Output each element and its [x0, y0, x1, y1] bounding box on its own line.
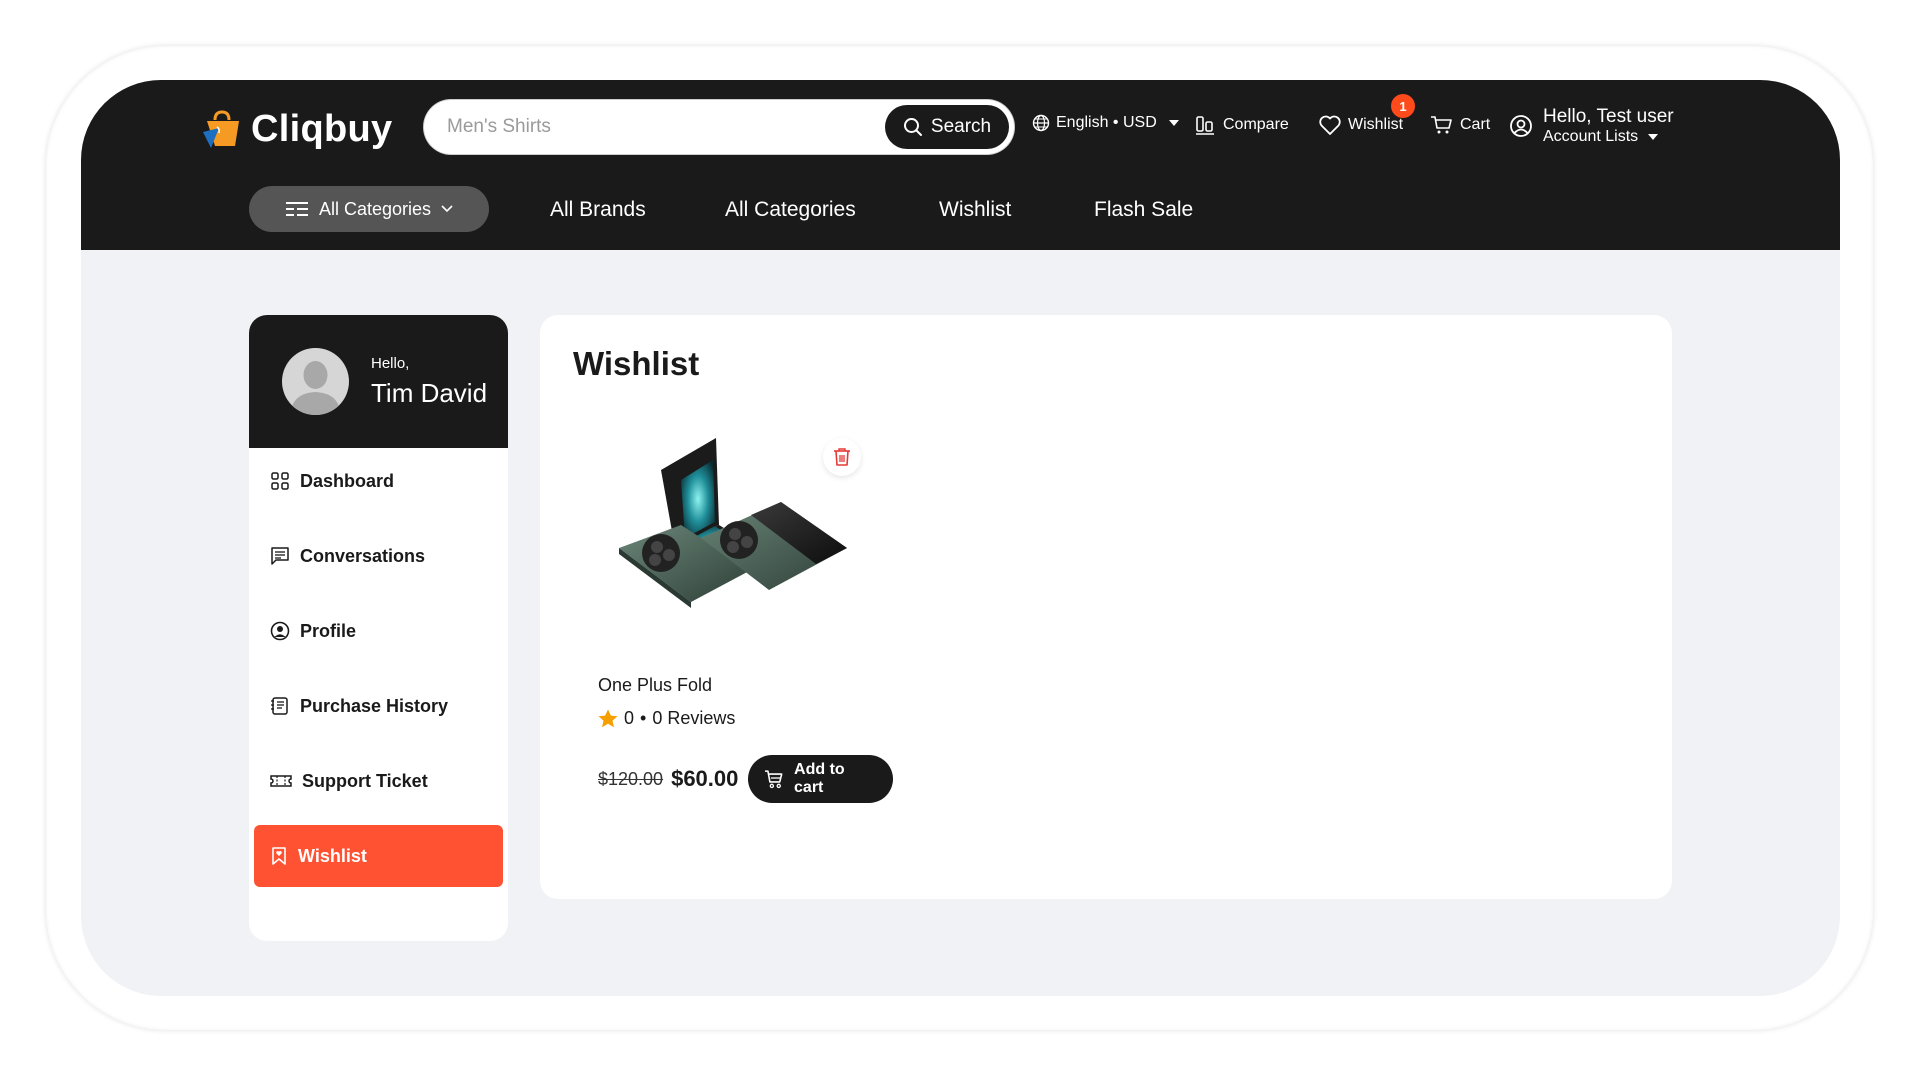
sidebar-item-label: Support Ticket — [302, 770, 428, 791]
original-price: $120.00 — [598, 768, 664, 789]
price-row: $120.00 $60.00 Add to cart — [598, 755, 893, 803]
search-input[interactable] — [447, 103, 867, 151]
wishlist-link[interactable]: Wishlist — [1318, 114, 1403, 136]
menu-icon — [285, 202, 308, 216]
account-lists-dropdown[interactable]: Account Lists — [1543, 128, 1674, 146]
search-icon — [903, 118, 922, 136]
sidebar-item-wishlist[interactable]: Wishlist — [254, 825, 503, 887]
nav-link-all-brands[interactable]: All Brands — [550, 198, 646, 222]
profile-card: Hello, Tim David — [249, 315, 508, 448]
sidebar-item-profile[interactable]: Profile — [254, 600, 503, 662]
cart-icon — [1431, 116, 1452, 134]
user-circle-icon — [1510, 115, 1532, 138]
bookmark-heart-icon — [272, 847, 286, 865]
foldable-phone-image — [619, 438, 847, 608]
rating-separator: • — [640, 708, 647, 728]
sidebar-item-conversations[interactable]: Conversations — [254, 525, 503, 587]
remove-from-wishlist-button[interactable] — [823, 438, 861, 476]
product-rating: 0 • 0 Reviews — [598, 708, 735, 729]
add-to-cart-button[interactable]: Add to cart — [748, 755, 893, 803]
grid-icon — [271, 472, 289, 490]
profile-greeting: Hello, — [371, 355, 410, 372]
main-navigation: All Categories All Brands All Categories… — [81, 186, 1840, 234]
sidebar-item-purchase-history[interactable]: Purchase History — [254, 675, 503, 737]
product-name[interactable]: One Plus Fold — [598, 675, 712, 696]
cart-label: Cart — [1460, 116, 1491, 133]
wishlist-panel: Wishlist One Plus Fold 0 • 0 Reviews $12… — [540, 315, 1672, 899]
account-greeting: Hello, Test user — [1543, 106, 1674, 127]
search-button[interactable]: Search — [885, 105, 1009, 149]
wishlist-count-badge: 1 — [1391, 94, 1415, 118]
profile-name: Tim David — [371, 378, 488, 408]
sidebar-item-label: Dashboard — [300, 470, 395, 491]
wishlist-label: Wishlist — [1348, 116, 1404, 133]
search-bar: Search — [424, 100, 1014, 154]
globe-icon — [1032, 114, 1050, 132]
brand-name: Cliqbuy — [251, 108, 393, 150]
account-sidebar: Hello, Tim David Dashboard Conversations… — [249, 315, 508, 941]
sidebar-item-dashboard[interactable]: Dashboard — [254, 450, 503, 512]
all-categories-dropdown-button[interactable]: All Categories — [249, 186, 489, 232]
compare-link[interactable]: Compare — [1195, 114, 1289, 136]
star-icon — [598, 709, 618, 728]
all-categories-label: All Categories — [318, 198, 432, 219]
compare-icon — [1196, 116, 1214, 135]
avatar — [282, 348, 349, 415]
nav-link-flash-sale[interactable]: Flash Sale — [1094, 198, 1193, 222]
product-image[interactable] — [591, 430, 851, 640]
cart-link[interactable]: Cart — [1430, 114, 1490, 136]
rating-value: 0 — [624, 708, 635, 728]
language-currency-label: English • USD — [1056, 114, 1157, 131]
search-button-label: Search — [930, 116, 992, 137]
trash-icon — [834, 448, 850, 466]
sidebar-item-support-ticket[interactable]: Support Ticket — [254, 750, 503, 812]
nav-link-all-categories[interactable]: All Categories — [725, 198, 856, 222]
heart-icon — [1319, 115, 1341, 135]
nav-link-wishlist[interactable]: Wishlist — [939, 198, 1011, 222]
review-count: 0 Reviews — [652, 708, 736, 728]
compare-label: Compare — [1223, 116, 1289, 133]
chat-icon — [271, 547, 289, 565]
brand-logo[interactable]: Cliqbuy — [201, 108, 392, 151]
sidebar-item-label: Profile — [300, 620, 357, 641]
add-to-cart-label: Add to cart — [794, 761, 845, 796]
ticket-icon — [270, 775, 292, 787]
account-lists-label: Account Lists — [1543, 127, 1639, 145]
page-title: Wishlist — [573, 345, 700, 382]
language-currency-dropdown[interactable]: English • USD — [1032, 114, 1179, 132]
account-menu[interactable]: Hello, Test user Account Lists — [1509, 106, 1674, 146]
sidebar-item-label: Conversations — [300, 545, 426, 566]
caret-down-icon — [1648, 134, 1659, 141]
app-screen: Cliqbuy Search English • USD — [81, 80, 1840, 996]
shopping-bag-logo-icon — [203, 109, 239, 148]
wishlist-product-card: One Plus Fold 0 • 0 Reviews $120.00 $60.… — [573, 430, 893, 830]
user-circle-icon — [270, 621, 290, 641]
caret-down-icon — [1168, 120, 1179, 126]
cart-icon — [765, 770, 783, 789]
sidebar-item-label: Wishlist — [298, 845, 367, 866]
sale-price: $60.00 — [671, 766, 739, 791]
receipt-icon — [271, 697, 288, 715]
site-header: Cliqbuy Search English • USD — [81, 80, 1840, 250]
sidebar-item-label: Purchase History — [300, 695, 449, 716]
user-silhouette-icon — [290, 361, 341, 415]
chevron-down-icon — [441, 205, 453, 213]
